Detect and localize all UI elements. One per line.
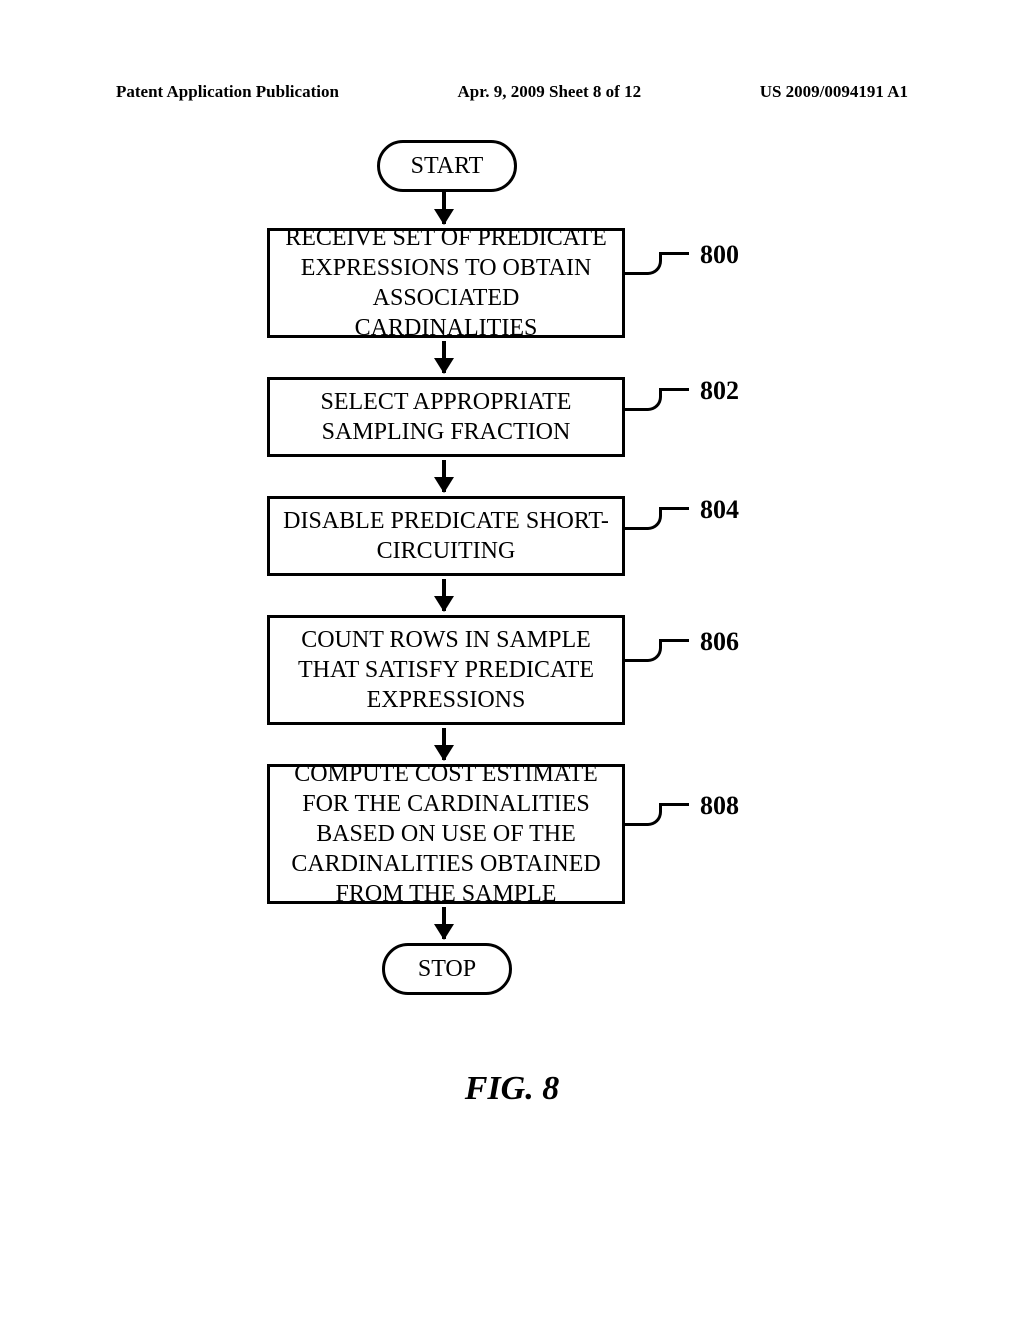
process-text: DISABLE PREDICATE SHORT-CIRCUITING — [280, 506, 612, 566]
leader-line-icon — [659, 803, 689, 806]
header-center: Apr. 9, 2009 Sheet 8 of 12 — [458, 82, 642, 102]
process-step-802: SELECT APPROPRIATE SAMPLING FRACTION — [267, 377, 625, 457]
ref-label-806: 806 — [700, 627, 739, 657]
arrow-icon — [442, 907, 446, 939]
leader-line-icon — [659, 639, 689, 642]
ref-label-802: 802 — [700, 376, 739, 406]
leader-line-icon — [625, 803, 662, 826]
process-text: RECEIVE SET OF PREDICATE EXPRESSIONS TO … — [280, 223, 612, 343]
terminal-stop: STOP — [382, 943, 512, 995]
process-text: COMPUTE COST ESTIMATE FOR THE CARDINALIT… — [280, 759, 612, 909]
ref-label-804: 804 — [700, 495, 739, 525]
process-step-800: RECEIVE SET OF PREDICATE EXPRESSIONS TO … — [267, 228, 625, 338]
page-header: Patent Application Publication Apr. 9, 2… — [116, 82, 908, 102]
arrow-icon — [442, 341, 446, 373]
arrow-icon — [442, 192, 446, 224]
leader-line-icon — [659, 252, 689, 255]
terminal-start-label: START — [411, 153, 484, 180]
leader-line-icon — [625, 252, 662, 275]
terminal-start: START — [377, 140, 517, 192]
arrow-icon — [442, 579, 446, 611]
leader-line-icon — [659, 507, 689, 510]
leader-line-icon — [625, 507, 662, 530]
terminal-stop-label: STOP — [418, 956, 476, 983]
process-text: SELECT APPROPRIATE SAMPLING FRACTION — [280, 387, 612, 447]
leader-line-icon — [625, 388, 662, 411]
header-right: US 2009/0094191 A1 — [760, 82, 908, 102]
process-step-808: COMPUTE COST ESTIMATE FOR THE CARDINALIT… — [267, 764, 625, 904]
leader-line-icon — [625, 639, 662, 662]
process-step-806: COUNT ROWS IN SAMPLE THAT SATISFY PREDIC… — [267, 615, 625, 725]
header-left: Patent Application Publication — [116, 82, 339, 102]
ref-label-808: 808 — [700, 791, 739, 821]
ref-label-800: 800 — [700, 240, 739, 270]
figure-caption: FIG. 8 — [0, 1070, 1024, 1108]
process-step-804: DISABLE PREDICATE SHORT-CIRCUITING — [267, 496, 625, 576]
page: Patent Application Publication Apr. 9, 2… — [0, 0, 1024, 1320]
leader-line-icon — [659, 388, 689, 391]
process-text: COUNT ROWS IN SAMPLE THAT SATISFY PREDIC… — [280, 625, 612, 715]
arrow-icon — [442, 460, 446, 492]
arrow-icon — [442, 728, 446, 760]
